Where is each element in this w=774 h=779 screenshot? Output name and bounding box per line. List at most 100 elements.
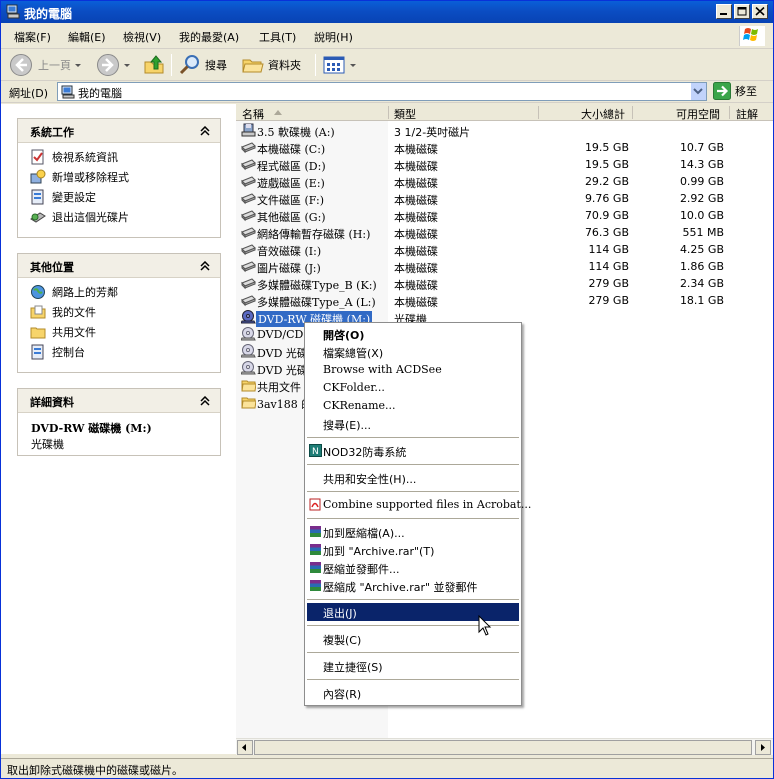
menu-tools[interactable]: 工具(T) xyxy=(259,29,296,45)
menu-ckrename[interactable]: CKRename... xyxy=(307,397,519,415)
horizontal-scrollbar[interactable] xyxy=(236,738,773,755)
menu-separator xyxy=(307,437,519,438)
address-bar: 網址(D) 我的電腦 移至 xyxy=(1,81,773,103)
up-folder-button[interactable] xyxy=(142,52,166,78)
task-eject-disc[interactable]: 退出這個光碟片 xyxy=(18,207,220,227)
menu-view[interactable]: 檢視(V) xyxy=(123,29,161,45)
row-name: DVD 光碟 xyxy=(257,347,308,360)
system-tasks-header[interactable]: 系統工作 xyxy=(18,119,220,143)
place-network[interactable]: 網路上的芳鄰 xyxy=(18,282,220,302)
menu-file[interactable]: 檔案(F) xyxy=(14,29,51,45)
drive-row[interactable]: 多媒體磁碟Type_B (K:) 本機磁碟 279 GB 2.34 GB xyxy=(236,275,773,292)
details-header[interactable]: 詳細資料 xyxy=(18,389,220,413)
menu-create-shortcut[interactable]: 建立捷徑(S) xyxy=(307,657,519,675)
row-size: 70.9 GB xyxy=(584,209,629,222)
scroll-right-button[interactable] xyxy=(755,740,771,755)
panel-title: 系統工作 xyxy=(30,126,74,139)
go-label: 移至 xyxy=(735,85,757,98)
minimize-button[interactable] xyxy=(716,4,732,19)
row-free: 10.7 GB xyxy=(679,141,724,154)
task-view-system-info[interactable]: 檢視系統資訊 xyxy=(18,147,220,167)
system-info-icon xyxy=(31,149,44,165)
place-my-documents[interactable]: 我的文件 xyxy=(18,302,220,322)
status-text: 取出卸除式磁碟機中的磁碟或磁片。 xyxy=(7,764,183,777)
row-name: 文件磁區 (F:) xyxy=(257,194,325,207)
row-free: 0.99 GB xyxy=(679,175,724,188)
row-size: 9.76 GB xyxy=(584,192,629,205)
close-button[interactable] xyxy=(752,4,768,19)
drive-row[interactable]: 其他磁區 (G:) 本機磁碟 70.9 GB 10.0 GB xyxy=(236,207,773,224)
task-change-setting[interactable]: 變更設定 xyxy=(18,187,220,207)
menu-search[interactable]: 搜尋(E)... xyxy=(307,415,519,433)
panel-title: 詳細資料 xyxy=(30,396,74,409)
drive-row[interactable]: 音效磁碟 (I:) 本機磁碟 114 GB 4.25 GB xyxy=(236,241,773,258)
views-dropdown-icon[interactable] xyxy=(350,63,356,67)
folders-button[interactable]: 資料夾 xyxy=(241,52,301,78)
address-dropdown-button[interactable] xyxy=(690,83,706,100)
drive-row[interactable]: 本機磁碟 (C:) 本機磁碟 19.5 GB 10.7 GB xyxy=(236,139,773,156)
address-input[interactable]: 我的電腦 xyxy=(57,82,707,101)
maximize-button[interactable] xyxy=(734,4,750,19)
back-label: 上一頁 xyxy=(38,59,71,72)
row-size: 76.3 GB xyxy=(584,226,629,239)
column-comment[interactable]: 註解 xyxy=(736,106,758,122)
place-control-panel[interactable]: 控制台 xyxy=(18,342,220,362)
menu-open[interactable]: 開啓(O) xyxy=(307,325,519,343)
other-places-header[interactable]: 其他位置 xyxy=(18,254,220,278)
scroll-left-button[interactable] xyxy=(237,740,253,755)
row-type: 本機磁碟 xyxy=(394,262,438,275)
row-type: 本機磁碟 xyxy=(394,143,438,156)
task-add-remove-programs[interactable]: 新增或移除程式 xyxy=(18,167,220,187)
chevron-left-icon xyxy=(242,744,246,751)
status-bar: 取出卸除式磁碟機中的磁碟或磁片。 xyxy=(1,758,773,778)
menu-edit[interactable]: 編輯(E) xyxy=(68,29,106,45)
row-size: 279 GB xyxy=(588,294,629,307)
my-computer-icon xyxy=(61,85,75,99)
collapse-chevron-icon[interactable] xyxy=(200,396,210,406)
menu-ckfolder[interactable]: CKFolder... xyxy=(307,379,519,397)
menu-compress-rar-email[interactable]: 壓縮成 "Archive.rar" 並發郵件 xyxy=(307,577,519,595)
drive-row[interactable]: 3.5 軟碟機 (A:) 3 1/2-英吋磁片 xyxy=(236,122,773,139)
column-size[interactable]: 大小總計 xyxy=(581,106,625,122)
drive-row[interactable]: 網絡傳輸暫存磁碟 (H:) 本機磁碟 76.3 GB 551 MB xyxy=(236,224,773,241)
views-button[interactable] xyxy=(322,52,356,78)
menu-browse-acdsee[interactable]: Browse with ACDSee xyxy=(307,361,519,379)
drive-row[interactable]: 文件磁區 (F:) 本機磁碟 9.76 GB 2.92 GB xyxy=(236,190,773,207)
go-button[interactable]: 移至 xyxy=(713,82,757,100)
menu-properties[interactable]: 內容(R) xyxy=(307,684,519,702)
collapse-chevron-icon[interactable] xyxy=(200,126,210,136)
column-free[interactable]: 可用空間 xyxy=(676,106,720,122)
collapse-chevron-icon[interactable] xyxy=(200,261,210,271)
search-button[interactable]: 搜尋 xyxy=(178,52,227,78)
menu-sharing-security[interactable]: 共用和安全性(H)... xyxy=(307,469,519,487)
drive-row[interactable]: 圖片磁碟 (J:) 本機磁碟 114 GB 1.86 GB xyxy=(236,258,773,275)
menu-add-to-archive-rar[interactable]: 加到 "Archive.rar"(T) xyxy=(307,541,519,559)
menu-help[interactable]: 說明(H) xyxy=(314,29,353,45)
panel-title: 其他位置 xyxy=(30,261,74,274)
menu-compress-email[interactable]: 壓縮並發郵件... xyxy=(307,559,519,577)
row-name: 多媒體磁碟Type_A (L:) xyxy=(257,296,376,309)
drive-row[interactable]: 程式磁區 (D:) 本機磁碟 19.5 GB 14.3 GB xyxy=(236,156,773,173)
back-button[interactable]: 上一頁 xyxy=(9,52,81,78)
menu-explore[interactable]: 檔案總管(X) xyxy=(307,343,519,361)
column-type[interactable]: 類型 xyxy=(394,106,416,122)
menu-combine-acrobat[interactable]: Combine supported files in Acrobat... xyxy=(307,496,531,514)
drive-row[interactable]: 多媒體磁碟Type_A (L:) 本機磁碟 279 GB 18.1 GB xyxy=(236,292,773,309)
scroll-thumb[interactable] xyxy=(254,740,752,755)
menu-add-to-archive[interactable]: 加到壓縮檔(A)... xyxy=(307,523,519,541)
forward-button[interactable] xyxy=(96,52,130,78)
task-pane: 系統工作 檢視系統資訊 新增或移除程式 變更設定 退出這個光碟片 其他位置 網路… xyxy=(1,104,236,754)
menu-nod32[interactable]: N NOD32防毒系統 xyxy=(307,442,519,460)
place-shared-documents[interactable]: 共用文件 xyxy=(18,322,220,342)
back-dropdown-icon[interactable] xyxy=(75,63,81,67)
toolbar-separator xyxy=(171,54,172,76)
forward-dropdown-icon[interactable] xyxy=(124,63,130,67)
up-folder-icon xyxy=(144,55,164,74)
title-bar[interactable]: 我的電腦 xyxy=(1,1,773,23)
winrar-icon xyxy=(310,526,321,537)
drive-row[interactable]: 遊戲磁區 (E:) 本機磁碟 29.2 GB 0.99 GB xyxy=(236,173,773,190)
menu-favorites[interactable]: 我的最愛(A) xyxy=(179,29,239,45)
column-name[interactable]: 名稱 xyxy=(242,106,264,122)
forward-arrow-icon xyxy=(97,54,119,76)
row-name: 程式磁區 (D:) xyxy=(257,160,326,173)
